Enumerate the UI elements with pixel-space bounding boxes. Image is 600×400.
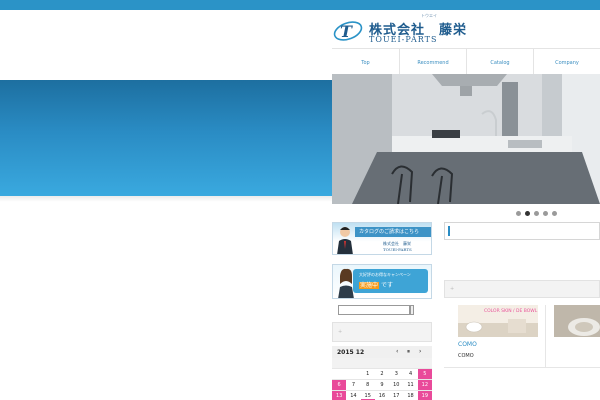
nav-top[interactable]: Top [332,49,399,77]
nav-recommend[interactable]: Recommend [398,49,466,77]
calendar-day[interactable]: 17 [389,390,404,400]
product-card[interactable]: COLOR SKIN / DE BOWL COMO COMO [456,305,546,367]
top-accent-bar [0,0,600,10]
calendar-weekday [417,358,432,368]
kitchen-photo [332,74,600,204]
search-input[interactable] [338,305,410,315]
calendar-weekday [332,358,347,368]
sidebar-widget-box: + [332,322,432,342]
calendar-day[interactable]: 9 [374,379,390,390]
hero-shadow [0,196,332,202]
logo-name-en: TOUEI-PARTS [369,35,438,44]
product-name[interactable]: COMO [458,341,477,348]
calendar-day[interactable]: 4 [403,368,418,379]
calendar-day-holiday[interactable]: 6 [332,379,347,390]
calendar-header: 2015 12 ‹ ⏸ › [332,346,432,358]
calendar-day-holiday[interactable]: 19 [417,390,432,400]
calendar-weekday [360,358,375,368]
slider-dot[interactable] [534,211,539,216]
product-subtitle: COMO [458,353,474,359]
calendar-next-icon[interactable]: › [419,348,421,355]
site-logo[interactable]: T 株式会社 藤栄 トウエイ TOUEI-PARTS [333,13,466,44]
campaign-suffix: です [380,282,393,289]
calendar-day-holiday[interactable]: 12 [417,379,432,390]
product-thumbnail[interactable] [554,305,600,337]
calendar-day[interactable]: 8 [360,379,375,390]
businessman-icon [337,227,353,254]
calendar-widget: 2015 12 ‹ ⏸ › 1 2 3 4 5 6 7 8 9 10 11 12… [332,346,432,400]
info-heading-bar [444,222,600,240]
calendar-day[interactable]: 16 [374,390,390,400]
calendar-day[interactable]: 10 [389,379,404,390]
calendar-day[interactable]: 11 [403,379,418,390]
slider-dot[interactable] [552,211,557,216]
hero-slider-image[interactable] [332,74,600,204]
catalog-request-banner[interactable]: カタログのご請求はこちら 株式会社 藤栄 TOUEI-PARTS [332,222,432,255]
campaign-banner-headline: 大好評のお得なキャンペーン [359,272,411,277]
product-heading-bar: + [444,280,600,298]
calendar-day [346,368,361,379]
catalog-banner-company-en: TOUEI-PARTS [383,247,412,252]
calendar-weekday [346,358,361,368]
nav-company[interactable]: Company [532,49,600,77]
search-button[interactable] [410,305,414,315]
calendar-weekday [403,358,418,368]
campaign-banner[interactable]: 大好評のお得なキャンペーン 実施中 です [332,264,432,299]
logo-ruby: トウエイ [421,13,437,18]
calendar-day[interactable]: 2 [374,368,390,379]
product-thumb-text: COLOR SKIN / DE BOWL [484,308,538,314]
product-thumbnail[interactable]: COLOR SKIN / DE BOWL [458,305,538,337]
nav-catalog[interactable]: Catalog [465,49,533,77]
product-list-footer [444,367,600,379]
calendar-day[interactable]: 18 [403,390,418,400]
svg-text:T: T [340,22,353,41]
product-card[interactable] [552,305,600,367]
campaign-banner-status: 実施中 です [359,280,393,289]
slider-dot-active[interactable] [525,211,530,216]
calendar-pause-icon[interactable]: ⏸ [407,348,410,356]
search-form [332,305,414,315]
calendar-day[interactable]: 1 [360,368,375,379]
logo-mark-icon: T [333,21,363,41]
slider-pagination [516,211,557,216]
calendar-day-today[interactable]: 15 [360,390,375,400]
calendar-prev-icon[interactable]: ‹ [396,348,398,355]
calendar-day[interactable]: 7 [346,379,361,390]
calendar-day[interactable]: 14 [346,390,361,400]
calendar-title: 2015 12 [337,348,365,356]
calendar-grid: 1 2 3 4 5 6 7 8 9 10 11 12 13 14 15 16 1… [332,358,432,400]
heading-plus-icon: + [450,286,455,292]
calendar-day [332,368,347,379]
calendar-day[interactable]: 3 [389,368,404,379]
campaign-badge: 実施中 [359,282,380,289]
slider-dot[interactable] [543,211,548,216]
widget-plus-icon: + [338,329,343,335]
heading-accent [448,226,450,236]
calendar-weekday [374,358,390,368]
calendar-day-holiday[interactable]: 13 [332,390,347,400]
calendar-day-holiday[interactable]: 5 [417,368,432,379]
calendar-weekday [389,358,404,368]
woman-icon [338,268,354,298]
slider-dot[interactable] [516,211,521,216]
main-nav: Top Recommend Catalog Company [332,48,600,77]
catalog-banner-headline: カタログのご請求はこちら [355,227,431,237]
